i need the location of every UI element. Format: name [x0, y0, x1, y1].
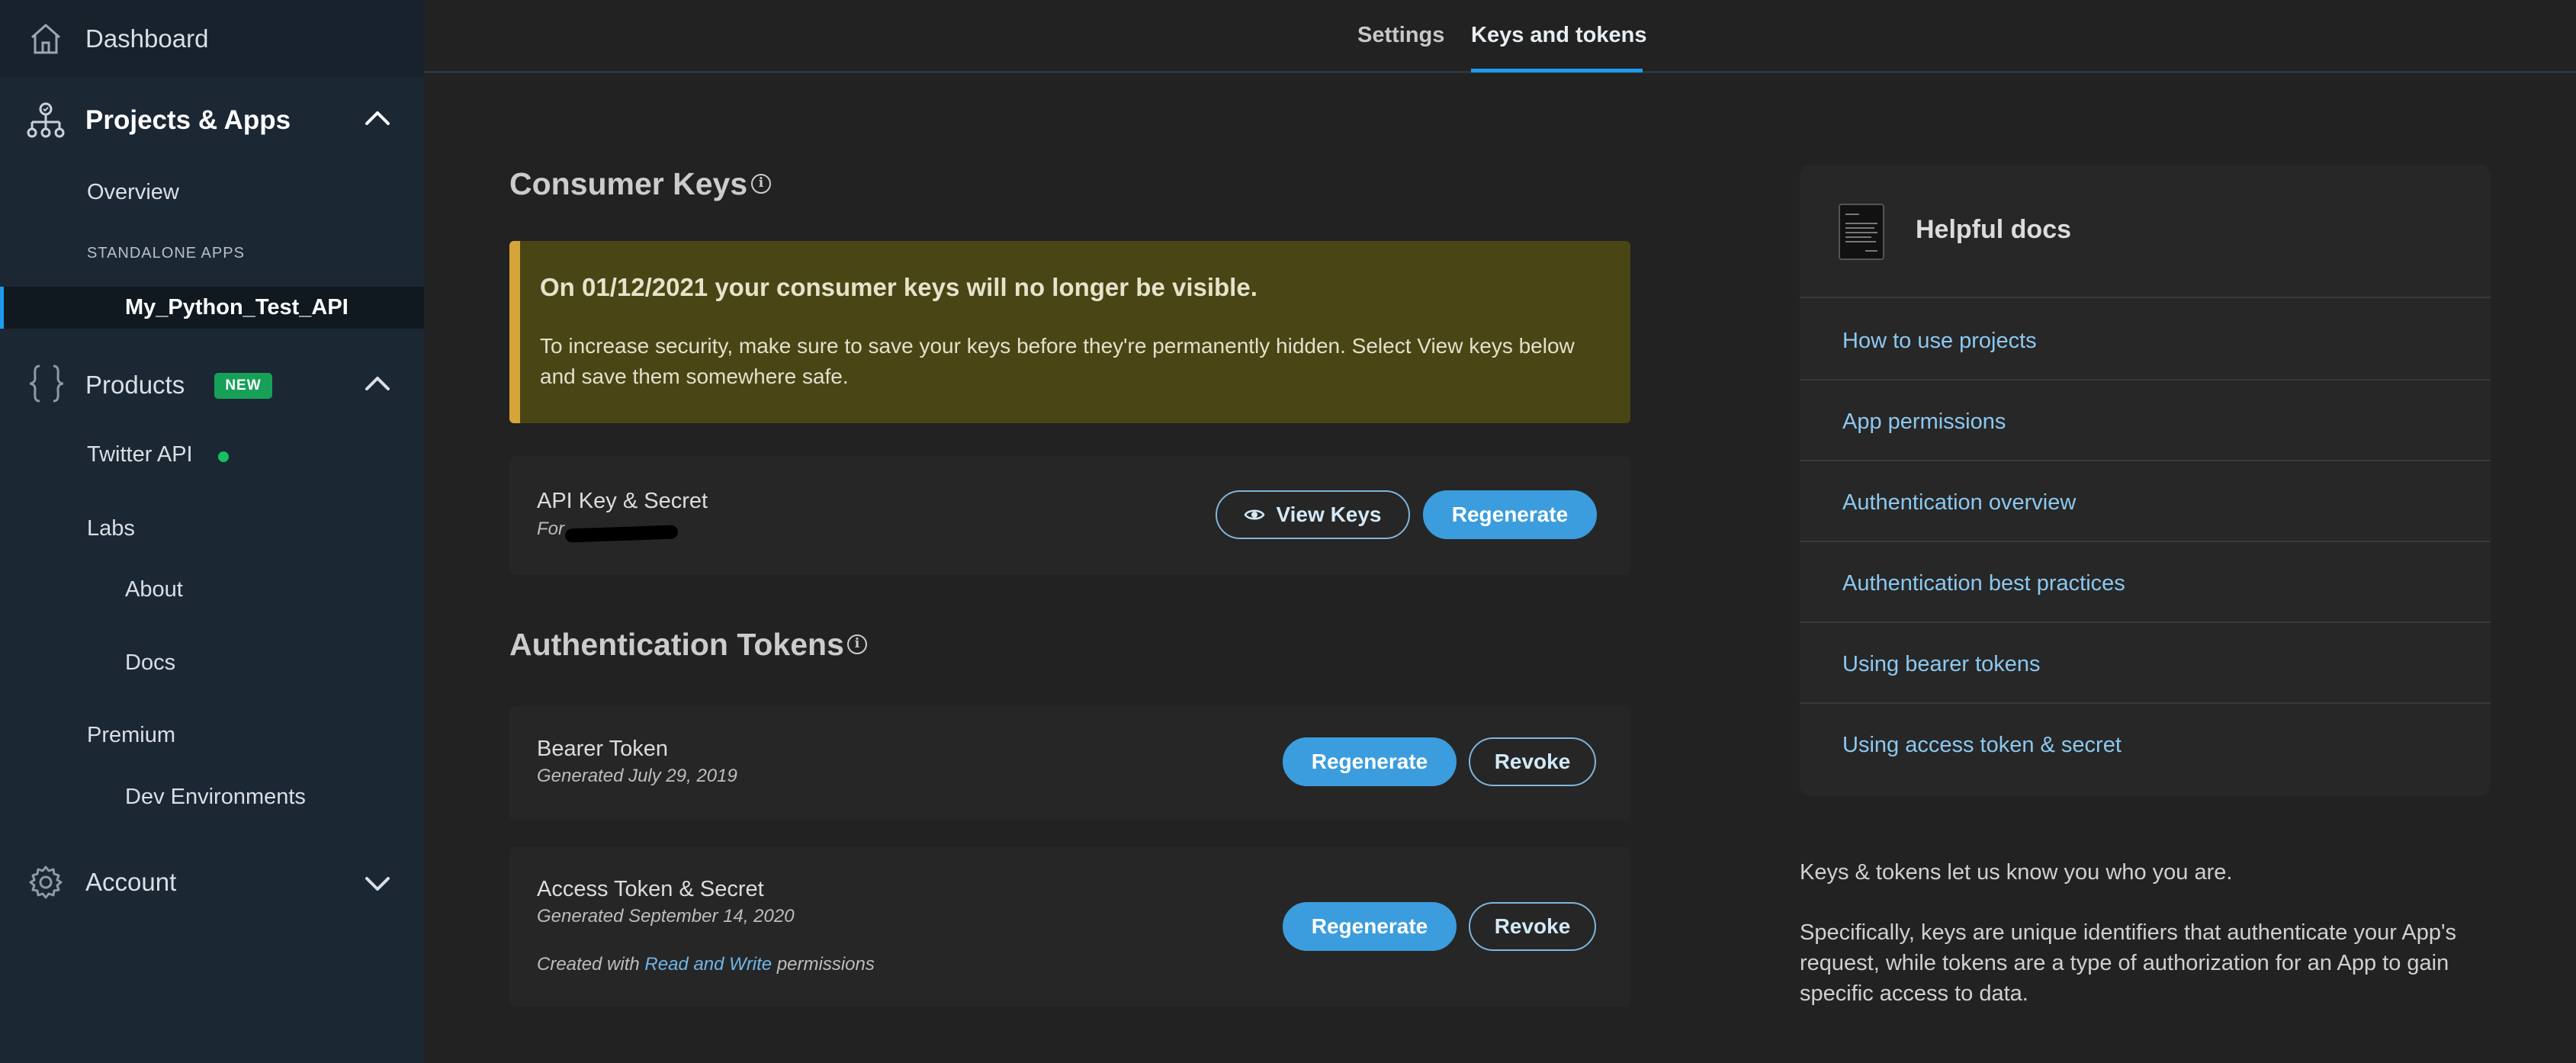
view-keys-label: View Keys [1276, 503, 1382, 526]
access-token-permissions: Created with Read and Write permissions [537, 954, 875, 975]
helpful-docs-panel: Helpful docs How to use projects App per… [1800, 165, 2491, 796]
sidebar-item-labs[interactable]: Labs [87, 516, 135, 541]
api-key-title: API Key & Secret [537, 489, 708, 513]
curly-braces-icon [29, 365, 64, 403]
consumer-keys-alert: On 01/12/2021 your consumer keys will no… [509, 241, 1630, 423]
sidebar-item-projects-apps[interactable]: Projects & Apps [0, 95, 424, 146]
doc-link[interactable]: Using access token & secret [1800, 704, 2491, 785]
doc-link[interactable]: App permissions [1800, 381, 2491, 461]
doc-link-label: How to use projects [1842, 329, 2037, 353]
status-dot [218, 451, 229, 462]
helpful-docs-title: Helpful docs [1916, 215, 2072, 244]
sidebar-item-about[interactable]: About [125, 577, 183, 602]
authentication-tokens-heading: Authentication Tokens [509, 627, 844, 662]
active-tab-indicator [1471, 69, 1643, 72]
sidebar-item-twitter-api[interactable]: Twitter API [87, 442, 193, 467]
api-key-for-label: For [537, 519, 564, 539]
permissions-prefix: Created with [537, 954, 640, 975]
sidebar-item-dev-environments[interactable]: Dev Environments [125, 785, 306, 810]
doc-link-label: Using access token & secret [1842, 733, 2122, 757]
alert-title: On 01/12/2021 your consumer keys will no… [540, 273, 1257, 301]
permissions-suffix: permissions [776, 954, 875, 975]
tab-settings[interactable]: Settings [1357, 23, 1444, 48]
chevron-up-icon[interactable] [363, 372, 392, 395]
sidebar-item-label: Dashboard [85, 24, 209, 53]
view-keys-button[interactable]: View Keys [1216, 490, 1410, 539]
sidebar-section-caption: STANDALONE APPS [87, 245, 245, 262]
helpful-docs-header: Helpful docs [1800, 165, 2491, 298]
sidebar-item-label: Account [85, 868, 177, 896]
sidebar-item-active-app[interactable]: My_Python_Test_API [0, 287, 424, 329]
gear-icon [29, 865, 63, 899]
doc-link-label: App permissions [1842, 409, 2006, 434]
sidebar-item-docs[interactable]: Docs [125, 650, 175, 676]
home-icon [31, 24, 60, 54]
consumer-keys-heading: Consumer Keys [509, 166, 748, 201]
sitemap-icon [27, 102, 65, 138]
doc-link[interactable]: Authentication overview [1800, 461, 2491, 542]
doc-link[interactable]: Using bearer tokens [1800, 623, 2491, 704]
sidebar-item-label: Products [85, 371, 185, 399]
chevron-up-icon[interactable] [363, 107, 392, 130]
sidebar-item-label: Projects & Apps [85, 105, 291, 135]
keys-tokens-intro: Keys & tokens let us know you who you ar… [1800, 860, 2233, 885]
revoke-access-token-button[interactable]: Revoke [1469, 902, 1596, 951]
redacted-text [564, 525, 679, 543]
chevron-down-icon[interactable] [363, 872, 392, 895]
sidebar-item-overview[interactable]: Overview [87, 180, 179, 205]
bearer-token-title: Bearer Token [537, 737, 668, 761]
revoke-bearer-token-button[interactable]: Revoke [1469, 737, 1596, 786]
bearer-token-generated: Generated July 29, 2019 [537, 766, 737, 786]
sidebar-item-label: My_Python_Test_API [125, 295, 348, 320]
regenerate-bearer-token-button[interactable]: Regenerate [1283, 737, 1457, 786]
sidebar-item-premium[interactable]: Premium [87, 723, 175, 748]
doc-link-label: Authentication overview [1842, 490, 2077, 515]
doc-link[interactable]: Authentication best practices [1800, 542, 2491, 623]
access-token-title: Access Token & Secret [537, 877, 764, 901]
doc-link-label: Authentication best practices [1842, 571, 2125, 596]
sidebar-item-products[interactable]: Products [0, 358, 424, 410]
tab-keys-and-tokens[interactable]: Keys and tokens [1471, 23, 1646, 48]
access-token-card: Access Token & Secret Generated Septembe… [509, 846, 1630, 1007]
document-icon [1839, 204, 1884, 260]
info-icon[interactable]: i [751, 174, 771, 194]
sidebar-item-account[interactable]: Account [0, 857, 424, 907]
eye-icon [1245, 509, 1265, 520]
read-write-permissions-link[interactable]: Read and Write [644, 954, 772, 975]
new-badge: NEW [214, 373, 272, 399]
bearer-token-card: Bearer Token Generated July 29, 2019 [509, 706, 1630, 821]
keys-tokens-explanation: Specifically, keys are unique identifier… [1800, 920, 2456, 1006]
doc-link[interactable]: How to use projects [1800, 300, 2491, 381]
access-token-generated: Generated September 14, 2020 [537, 906, 795, 927]
alert-body: To increase security, make sure to save … [540, 334, 1575, 388]
sidebar: Dashboard Projects & Apps Overview STAND… [0, 0, 424, 1063]
regenerate-api-key-button[interactable]: Regenerate [1423, 490, 1597, 539]
sidebar-item-dashboard[interactable]: Dashboard [0, 0, 424, 78]
doc-link-label: Using bearer tokens [1842, 652, 2041, 676]
regenerate-access-token-button[interactable]: Regenerate [1283, 902, 1457, 951]
info-icon[interactable]: i [847, 634, 867, 654]
